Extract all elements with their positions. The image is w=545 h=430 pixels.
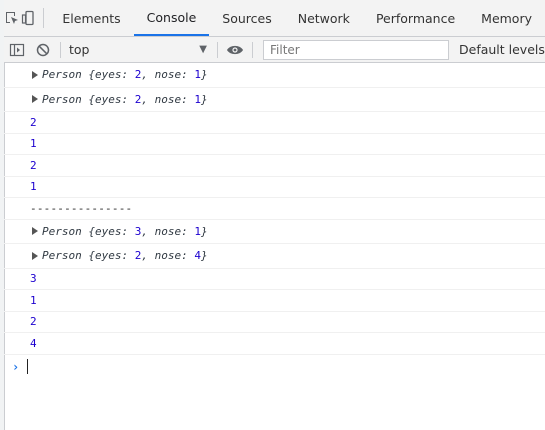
object-preview: Person {eyes: 2, nose: 1} [42,92,208,106]
number-value: 2 [30,315,37,329]
console-message-number: 1 [4,290,545,312]
toolbar-separator [252,41,253,58]
console-message-number: 3 [4,269,545,290]
text-cursor [27,359,29,374]
number-value: 1 [30,180,37,194]
number-value: 3 [30,272,37,286]
console-message-number: 1 [4,177,545,198]
text-value: --------------- [30,201,133,215]
chevron-down-icon: ▼ [199,44,207,55]
number-value: 1 [30,293,37,307]
console-message-object[interactable]: Person {eyes: 2, nose: 1} [4,88,545,112]
expand-triangle-icon[interactable] [32,70,38,79]
console-message-object[interactable]: Person {eyes: 3, nose: 1} [4,220,545,244]
number-value: 2 [30,158,37,172]
tab-console[interactable]: Console [133,0,210,36]
tab-memory[interactable]: Memory [468,0,545,36]
number-value: 1 [30,137,37,151]
console-message-object[interactable]: Person {eyes: 2, nose: 1} [4,63,545,88]
object-preview: Person {eyes: 2, nose: 4} [42,249,208,263]
console-message-number: 4 [4,333,545,355]
object-preview: Person {eyes: 3, nose: 1} [42,224,208,238]
tab-bar-separator [42,8,44,28]
expand-triangle-icon[interactable] [32,251,38,260]
context-label: top [69,42,90,57]
tab-network[interactable]: Network [285,0,363,36]
filter-input[interactable] [263,39,449,60]
tab-sources[interactable]: Sources [209,0,284,36]
expand-triangle-icon[interactable] [32,95,38,104]
object-preview: Person {eyes: 2, nose: 1} [42,68,208,82]
inspect-element-icon[interactable] [4,0,20,36]
prompt-chevron-icon: › [12,359,20,374]
devtools-tab-bar: Elements Console Sources Network Perform… [4,0,545,37]
toolbar-separator [217,41,218,58]
number-value: 2 [30,115,37,129]
console-message-number: 2 [4,112,545,134]
log-levels-dropdown[interactable]: Default levels [459,42,545,57]
live-expression-eye-icon[interactable] [222,37,248,62]
console-message-number: 2 [4,312,545,333]
tab-performance[interactable]: Performance [363,0,468,36]
context-selector[interactable]: top ▼ [65,37,213,62]
clear-console-icon[interactable] [30,37,56,62]
console-message-text: --------------- [4,198,545,220]
console-message-number: 2 [4,155,545,177]
console-prompt[interactable]: › [4,355,545,379]
expand-triangle-icon[interactable] [32,227,38,236]
toolbar-separator [60,41,61,58]
console-toolbar: top ▼ Default levels [4,37,545,63]
console-message-number: 1 [4,134,545,155]
console-messages: Person {eyes: 2, nose: 1} Person {eyes: … [4,63,545,379]
number-value: 4 [30,336,37,350]
device-toolbar-icon[interactable] [20,0,36,36]
console-message-object[interactable]: Person {eyes: 2, nose: 4} [4,244,545,269]
tab-elements[interactable]: Elements [49,0,133,36]
sidebar-toggle-icon[interactable] [4,37,30,62]
